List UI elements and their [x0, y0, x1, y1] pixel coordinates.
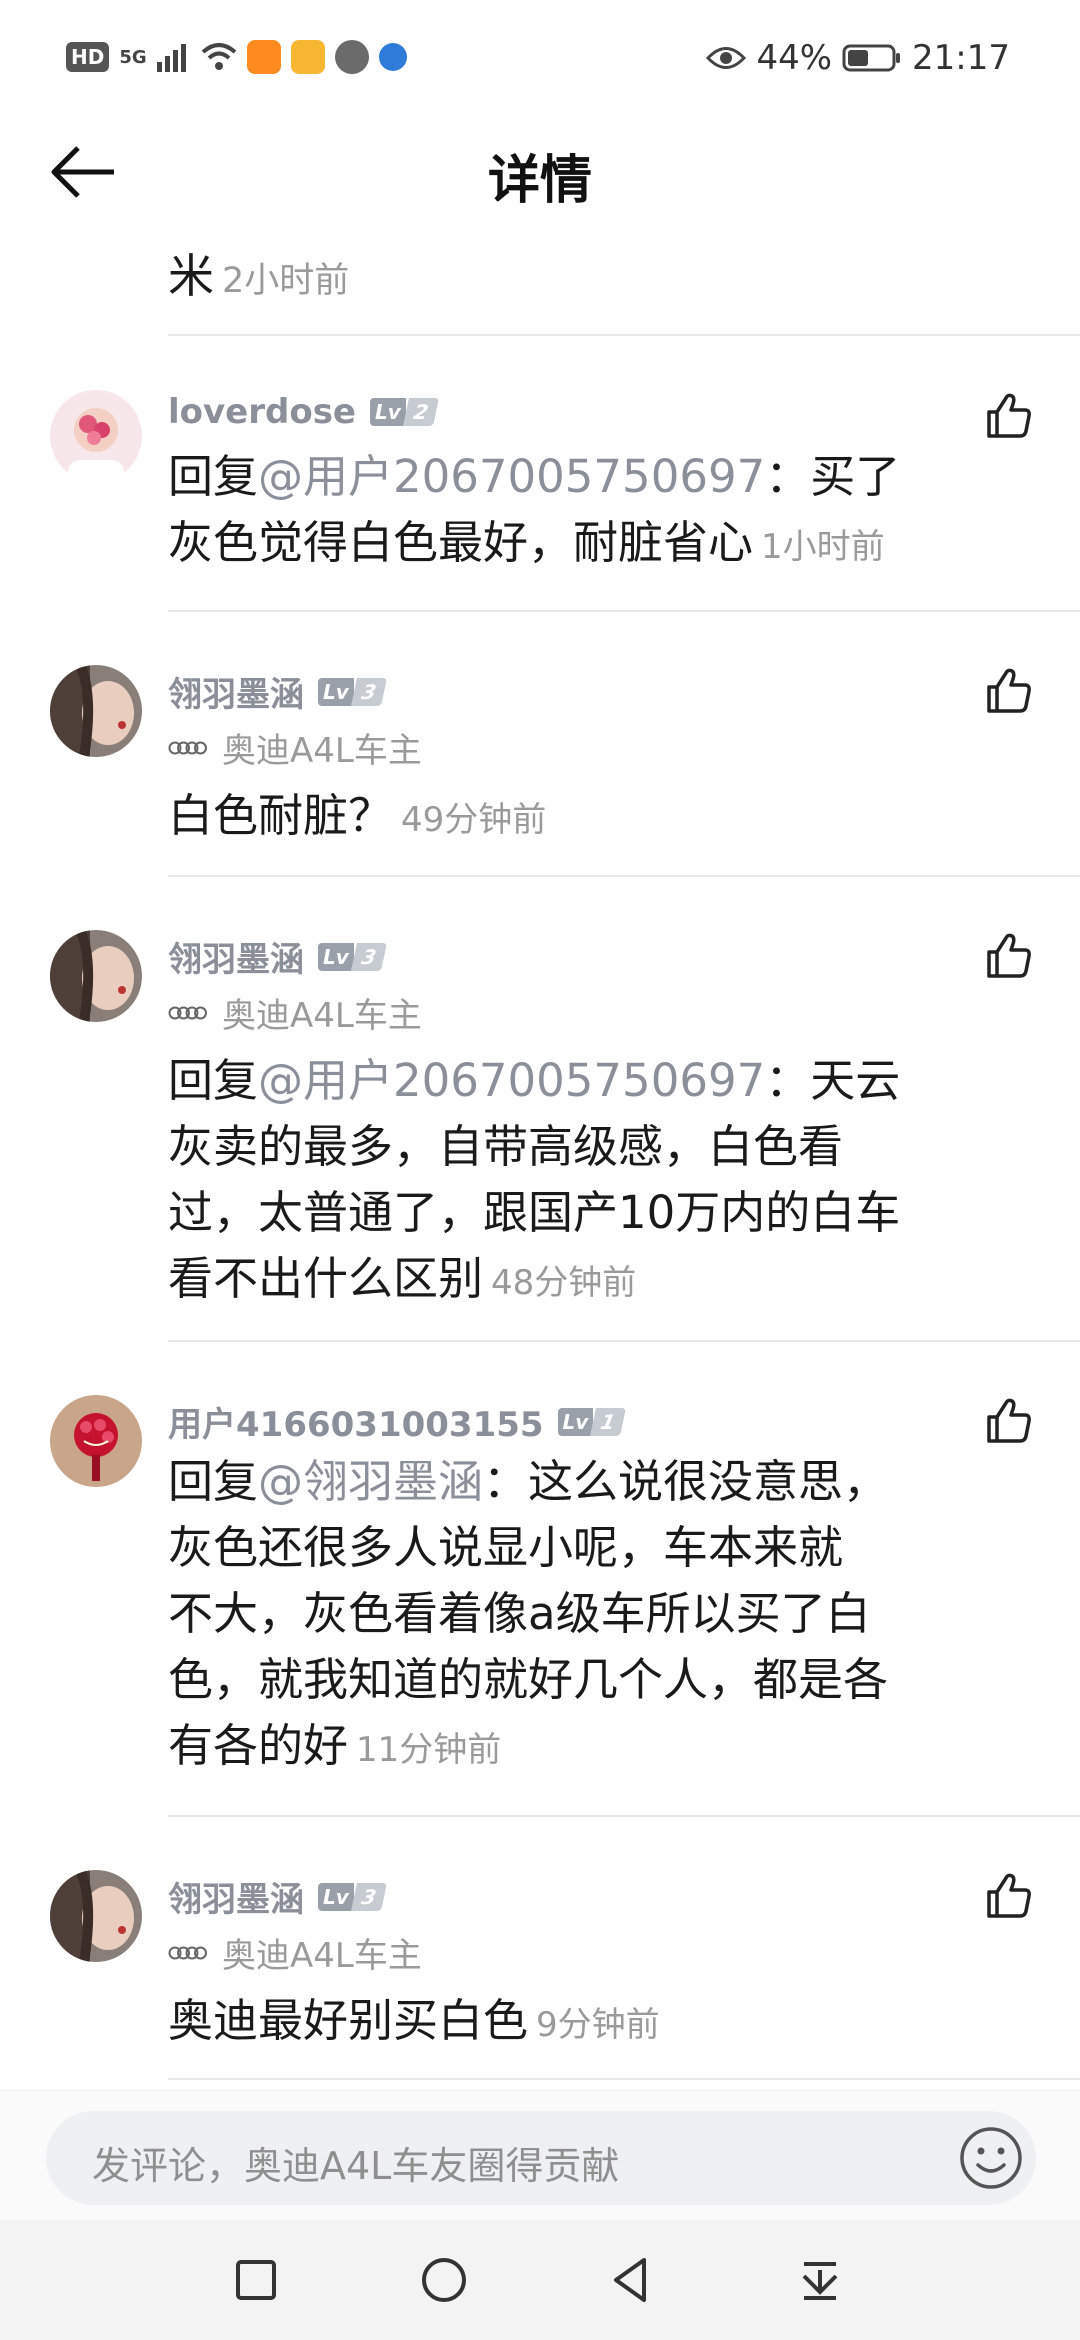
- dropdown-icon[interactable]: [790, 2250, 850, 2310]
- status-bar: HD 5G 44% 21:17: [0, 0, 1080, 120]
- page-title: 详情: [487, 151, 592, 211]
- level-badge: Lv 1: [557, 1407, 627, 1436]
- audi-rings-icon: [168, 1006, 207, 1019]
- level-badge: Lv 3: [318, 942, 387, 971]
- network-label: 5G: [119, 46, 147, 68]
- comment-feed[interactable]: 米 2小时前 loverdose Lv 2 回复@用户2067005750697：买…: [0, 230, 1080, 2090]
- divider: [168, 2078, 1080, 2080]
- divider: [168, 875, 1080, 877]
- mention-link[interactable]: @用户2067005750697: [258, 1054, 765, 1107]
- browser-icon: [378, 43, 407, 71]
- eye-icon: [706, 47, 747, 69]
- top-bar: 详情: [0, 120, 1080, 230]
- comment-text: 米: [168, 249, 214, 303]
- owner-badge[interactable]: 奥迪A4L车主: [168, 1928, 422, 1977]
- username[interactable]: 用户4166031003155: [168, 1397, 544, 1446]
- home-icon[interactable]: [414, 2250, 474, 2310]
- owner-label: 奥迪A4L车主: [222, 731, 422, 771]
- comment-time: 2小时前: [222, 261, 350, 301]
- mention-link[interactable]: @用户2067005750697: [258, 450, 765, 503]
- signal-icon: [156, 44, 186, 72]
- owner-badge[interactable]: 奥迪A4L车主: [168, 723, 422, 772]
- notes-app-icon: [290, 40, 325, 74]
- divider: [168, 1340, 1080, 1342]
- owner-badge[interactable]: 奥迪A4L车主: [168, 988, 422, 1037]
- comment-body: 回复@用户2067005750697：天云 灰卖的最多，自带高级感，白色看 过，…: [168, 1054, 901, 1305]
- divider: [168, 610, 1080, 612]
- thumbs-up-icon[interactable]: [984, 390, 1034, 440]
- back-nav-icon[interactable]: [602, 2250, 662, 2310]
- audi-rings-icon: [168, 1946, 207, 1959]
- comment-composer: 发评论，奥迪A4L车友圈得贡献: [0, 2090, 1080, 2221]
- comment-input[interactable]: 发评论，奥迪A4L车友圈得贡献: [46, 2111, 1036, 2205]
- mention-link[interactable]: @翎羽墨涵: [258, 1455, 483, 1508]
- comment-time: 9分钟前: [536, 2005, 660, 2045]
- avatar[interactable]: [50, 390, 142, 482]
- divider: [168, 334, 1080, 336]
- username[interactable]: 翎羽墨涵: [168, 1872, 304, 1921]
- level-badge: Lv 3: [318, 1882, 387, 1911]
- comment-body: 回复@翎羽墨涵：这么说很没意思， 灰色还很多人说显小呢，车本来就 不大，灰色看着…: [168, 1455, 889, 1772]
- thumbs-up-icon[interactable]: [984, 1870, 1034, 1920]
- thumbs-up-icon[interactable]: [984, 1395, 1034, 1445]
- clock: 21:17: [912, 38, 1010, 78]
- wifi-icon: [201, 43, 236, 70]
- comment-placeholder: 发评论，奥迪A4L车友圈得贡献: [92, 2144, 620, 2188]
- level-badge: Lv 2: [370, 398, 439, 426]
- divider: [168, 1815, 1080, 1817]
- comment-tail: 米 2小时前: [168, 240, 349, 306]
- thumbs-up-icon[interactable]: [984, 665, 1034, 715]
- avatar[interactable]: [50, 930, 142, 1022]
- avatar[interactable]: [50, 1870, 142, 1962]
- video-app-icon: [246, 40, 281, 74]
- recent-apps-icon[interactable]: [226, 2250, 286, 2310]
- avatar[interactable]: [50, 1395, 142, 1487]
- thumbs-up-icon[interactable]: [984, 930, 1034, 980]
- owner-label: 奥迪A4L车主: [222, 1936, 422, 1976]
- comment-time: 48分钟前: [491, 1263, 637, 1303]
- emoji-icon[interactable]: [958, 2125, 1024, 2191]
- comment-body: 奥迪最好别买白色 9分钟前: [168, 1994, 660, 2047]
- username[interactable]: loverdose: [168, 392, 356, 432]
- wechat-icon: [334, 40, 369, 74]
- owner-label: 奥迪A4L车主: [222, 996, 422, 1036]
- audi-rings-icon: [168, 741, 207, 754]
- comment-body: 白色耐脏？ 49分钟前: [168, 789, 547, 842]
- comment-time: 49分钟前: [401, 800, 547, 840]
- system-nav-bar: [0, 2220, 1080, 2340]
- hd-badge: HD: [66, 42, 110, 72]
- comment-time: 11分钟前: [356, 1730, 502, 1770]
- avatar[interactable]: [50, 665, 142, 757]
- battery-icon: [842, 44, 901, 72]
- comment-body: 回复@用户2067005750697：买了 灰色觉得白色最好，耐脏省心 1小时前: [168, 450, 901, 569]
- comment-time: 1小时前: [761, 527, 885, 567]
- username[interactable]: 翎羽墨涵: [168, 667, 304, 716]
- battery-percent: 44%: [756, 38, 833, 78]
- level-badge: Lv 3: [318, 677, 387, 706]
- username[interactable]: 翎羽墨涵: [168, 932, 304, 981]
